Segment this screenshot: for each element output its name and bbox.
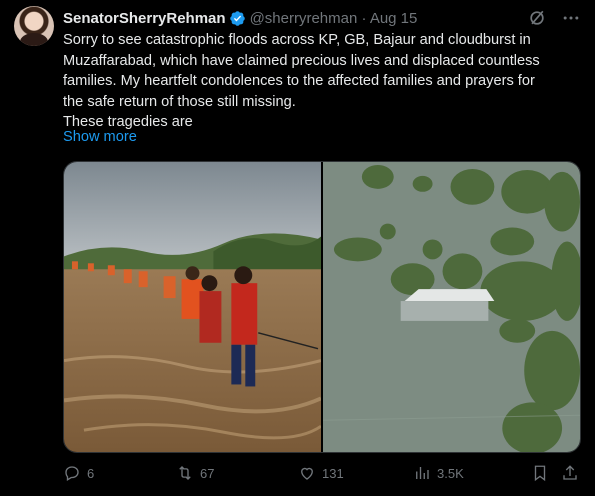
tweet-top-actions <box>527 8 581 28</box>
author-avatar[interactable] <box>14 6 54 46</box>
share-icon <box>563 465 577 480</box>
author-name[interactable]: SenatorSherryRehman <box>63 10 226 27</box>
reply-icon <box>65 466 79 481</box>
bookmark-button[interactable] <box>531 464 549 482</box>
grok-icon[interactable] <box>527 8 547 28</box>
views-count: 3.5K <box>437 465 464 481</box>
tweet-text-line: families. My heartfelt condolences to th… <box>63 73 535 89</box>
tweet-text-line: These tragedies are <box>63 114 193 130</box>
views-icon <box>416 467 429 479</box>
repost-button[interactable]: 67 <box>176 464 214 482</box>
reply-button[interactable]: 6 <box>63 464 94 482</box>
repost-count: 67 <box>200 465 215 481</box>
tweet-text: Sorry to see catastrophic floods across … <box>63 30 578 133</box>
retweet-icon <box>179 466 191 480</box>
tweet-header: SenatorSherryRehman @sherryrehman · Aug … <box>63 8 417 28</box>
tweet-text-line: the safe return of those still missing. <box>63 93 296 110</box>
views-button[interactable]: 3.5K <box>413 464 464 482</box>
share-button[interactable] <box>561 464 579 482</box>
tweet-media <box>63 161 581 453</box>
reply-count: 6 <box>87 465 95 481</box>
bookmark-icon <box>534 465 546 482</box>
tweet-text-line: Muzaffarabad, which have claimed preciou… <box>63 52 540 69</box>
like-button[interactable]: 131 <box>298 464 344 482</box>
like-icon <box>301 467 313 480</box>
show-more-link[interactable]: Show more <box>63 129 137 145</box>
verified-badge-icon[interactable] <box>229 10 246 27</box>
like-count: 131 <box>322 465 344 481</box>
more-icon[interactable] <box>561 8 581 28</box>
author-handle-time[interactable]: @sherryrehman · Aug 15 <box>250 10 418 27</box>
flood-rescue-photo[interactable] <box>64 162 321 452</box>
tweet-text-line: Sorry to see catastrophic floods across … <box>63 32 531 48</box>
tweet-actions: 6 67 131 3.5K <box>63 464 581 486</box>
flooded-house-photo[interactable] <box>323 162 580 452</box>
